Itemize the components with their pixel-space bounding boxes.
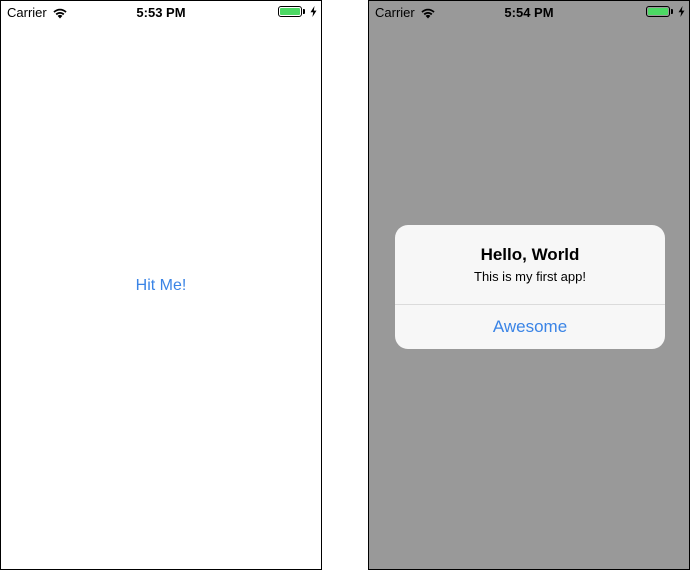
charging-bolt-icon <box>310 6 317 17</box>
battery-tip <box>671 9 673 14</box>
status-bar: Carrier 5:53 PM <box>1 1 321 23</box>
battery-level <box>648 8 668 15</box>
battery-tip <box>303 9 305 14</box>
phone-screen-alert: Carrier 5:54 PM Hello, World This is my … <box>368 0 690 570</box>
battery-icon <box>646 6 670 17</box>
alert-message: This is my first app! <box>474 269 586 284</box>
phone-screen-main: Carrier 5:53 PM Hit Me! <box>0 0 322 570</box>
status-bar: Carrier 5:54 PM <box>369 1 689 23</box>
charging-bolt-icon <box>678 6 685 17</box>
alert-title: Hello, World <box>480 245 580 264</box>
alert-dialog: Hello, World This is my first app! Aweso… <box>395 225 665 349</box>
battery-icon <box>278 6 302 17</box>
battery-group <box>646 6 685 17</box>
battery-group <box>278 6 317 17</box>
battery-level <box>280 8 300 15</box>
hit-me-button[interactable]: Hit Me! <box>1 277 321 295</box>
screenshot-canvas: Carrier 5:53 PM Hit Me! Carrier 5:54 PM … <box>0 0 690 572</box>
status-time: 5:53 PM <box>136 5 186 20</box>
awesome-button[interactable]: Awesome <box>395 305 665 349</box>
status-time: 5:54 PM <box>504 5 554 20</box>
